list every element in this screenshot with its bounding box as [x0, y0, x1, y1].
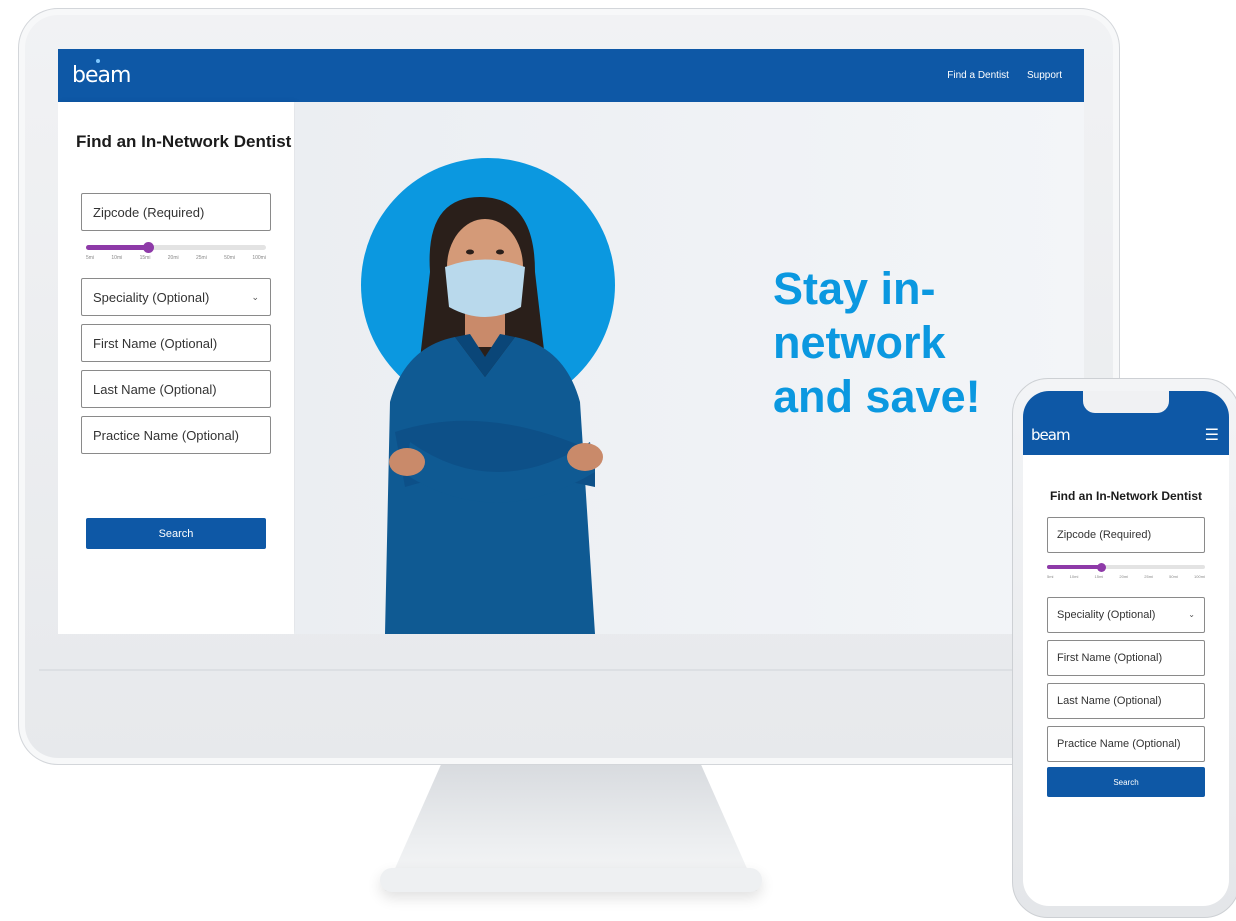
mobile-search-button[interactable]: Search: [1047, 767, 1205, 797]
mobile-form-title: Find an In-Network Dentist: [1049, 489, 1202, 503]
slider-fill: [1047, 565, 1101, 569]
tick-label: 10mi: [111, 255, 123, 261]
tick-label: 15mi: [1094, 574, 1104, 579]
monitor-stand-base: [380, 868, 762, 892]
nav-support[interactable]: Support: [1027, 70, 1062, 81]
tick-label: 25mi: [195, 255, 207, 261]
tick-label: 50mi: [1169, 574, 1178, 579]
slider-ticks: 5mi 10mi 15mi 20mi 25mi 50mi 100mi: [1047, 574, 1205, 579]
phone-notch: [1083, 391, 1169, 413]
chevron-down-icon: ⌄: [1188, 610, 1195, 619]
slider-fill: [86, 245, 149, 250]
desktop-screen: beam Find a Dentist Support Find an In-N…: [58, 49, 1084, 634]
chevron-down-icon: ⌄: [251, 292, 259, 302]
tick-label: 100mi: [252, 255, 266, 261]
mobile-speciality-select[interactable]: Speciality (Optional) ⌄: [1047, 597, 1205, 633]
mobile-zipcode-input[interactable]: Zipcode (Required): [1047, 517, 1205, 553]
beam-logo-mobile[interactable]: beam: [1031, 426, 1071, 444]
slider-ticks: 5mi 10mi 15mi 20mi 25mi 50mi 100mi: [86, 255, 266, 261]
slider-thumb[interactable]: [143, 242, 154, 253]
desktop-header: beam Find a Dentist Support: [58, 49, 1084, 102]
slider-thumb[interactable]: [1097, 562, 1106, 572]
mobile-header: beam ☰: [1023, 391, 1229, 455]
tick-label: 5mi: [86, 255, 95, 261]
tick-label: 25mi: [1144, 574, 1153, 579]
speciality-select[interactable]: Speciality (Optional) ⌄: [81, 278, 271, 316]
mobile-practice-name-input[interactable]: Practice Name (Optional): [1047, 726, 1205, 762]
tick-label: 20mi: [1119, 574, 1129, 579]
mobile-radius-slider[interactable]: 5mi 10mi 15mi 20mi 25mi 50mi 100mi: [1047, 562, 1205, 579]
mobile-last-name-input[interactable]: Last Name (Optional): [1047, 683, 1205, 719]
form-title: Find an In-Network Dentist: [76, 132, 292, 151]
tick-label: 5mi: [1047, 574, 1054, 579]
slider-track[interactable]: [1047, 562, 1205, 572]
hamburger-icon[interactable]: ☰: [1205, 425, 1219, 445]
tick-label: 50mi: [224, 255, 235, 261]
hero-headline: Stay in-network and save!: [773, 263, 981, 422]
last-name-input[interactable]: Last Name (Optional): [81, 370, 271, 408]
nav-find-a-dentist[interactable]: Find a Dentist: [947, 70, 1009, 81]
slider-track[interactable]: [86, 242, 266, 253]
zipcode-input[interactable]: Zipcode (Required): [81, 193, 271, 231]
tick-label: 20mi: [167, 255, 179, 261]
tick-label: 100mi: [1194, 574, 1205, 579]
mobile-screen: beam ☰ Find an In-Network Dentist Zipcod…: [1023, 391, 1229, 906]
beam-logo[interactable]: beam: [72, 59, 131, 88]
radius-slider[interactable]: 5mi 10mi 15mi 20mi 25mi 50mi 100mi: [86, 242, 266, 261]
first-name-input[interactable]: First Name (Optional): [81, 324, 271, 362]
header-nav: Find a Dentist Support: [947, 70, 1062, 81]
tick-label: 15mi: [139, 255, 151, 261]
practice-name-input[interactable]: Practice Name (Optional): [81, 416, 271, 454]
tick-label: 10mi: [1069, 574, 1079, 579]
mobile-first-name-input[interactable]: First Name (Optional): [1047, 640, 1205, 676]
search-sidebar: Find an In-Network Dentist Zipcode (Requ…: [58, 102, 294, 634]
mobile-phone: beam ☰ Find an In-Network Dentist Zipcod…: [1012, 378, 1236, 918]
search-button[interactable]: Search: [86, 518, 266, 549]
monitor-chin-divider: [39, 669, 1099, 671]
